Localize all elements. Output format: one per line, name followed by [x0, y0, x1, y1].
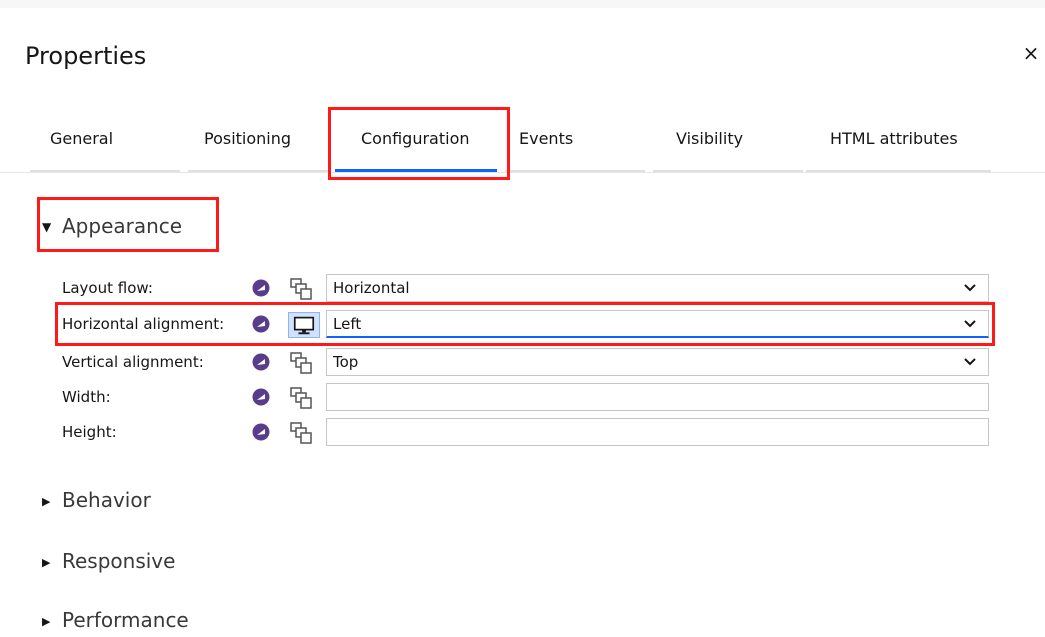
screen-size-icon[interactable] — [288, 312, 320, 338]
tab-general[interactable]: General — [30, 110, 180, 172]
width-input[interactable] — [326, 383, 989, 411]
tab-visibility[interactable]: Visibility — [653, 110, 803, 172]
section-behavior[interactable]: ▶ Behavior — [42, 486, 151, 516]
row-vertical-alignment: Vertical alignment: Top — [62, 348, 992, 376]
field-label: Horizontal alignment: — [62, 315, 225, 333]
chevron-down-icon — [964, 284, 976, 292]
section-appearance[interactable]: ▼ Appearance — [42, 212, 182, 241]
section-label: Responsive — [62, 549, 176, 573]
section-label: Performance — [62, 608, 189, 632]
vertical-alignment-select[interactable]: Top — [326, 348, 989, 376]
tab-label: Visibility — [676, 129, 744, 148]
caret-right-icon: ▶ — [42, 556, 51, 569]
properties-panel: Properties × General Positioning Configu… — [0, 0, 1045, 637]
section-label: Appearance — [62, 214, 183, 238]
select-value: Left — [333, 315, 362, 333]
variable-binding-icon[interactable] — [252, 279, 270, 297]
row-width: Width: — [62, 383, 992, 411]
variable-binding-icon[interactable] — [252, 388, 270, 406]
field-label: Width: — [62, 388, 111, 406]
caret-down-icon: ▼ — [42, 220, 52, 234]
field-label: Vertical alignment: — [62, 353, 204, 371]
close-button[interactable]: × — [1020, 38, 1042, 68]
variable-binding-icon[interactable] — [252, 315, 270, 333]
caret-right-icon: ▶ — [42, 615, 51, 628]
tab-label: General — [50, 129, 114, 148]
tab-html-attributes[interactable]: HTML attributes — [806, 110, 991, 172]
screen-size-icon[interactable] — [288, 350, 320, 376]
tab-label: HTML attributes — [830, 129, 958, 148]
field-label: Height: — [62, 423, 117, 441]
select-value: Top — [333, 353, 359, 371]
chevron-down-icon — [964, 320, 976, 328]
tab-label: Configuration — [361, 129, 470, 148]
top-band — [0, 0, 1045, 8]
tab-configuration[interactable]: Configuration — [335, 110, 497, 172]
layout-flow-select[interactable]: Horizontal — [326, 274, 989, 302]
section-label: Behavior — [62, 488, 151, 512]
row-horizontal-alignment: Horizontal alignment: Left — [62, 310, 992, 338]
field-label: Layout flow: — [62, 279, 153, 297]
row-layout-flow: Layout flow: Horizontal — [62, 274, 992, 302]
variable-binding-icon[interactable] — [252, 353, 270, 371]
panel-title: Properties — [25, 42, 147, 70]
tab-label: Events — [519, 129, 574, 148]
tab-positioning[interactable]: Positioning — [188, 110, 328, 172]
chevron-down-icon — [964, 358, 976, 366]
height-input[interactable] — [326, 418, 989, 446]
tab-events[interactable]: Events — [505, 110, 645, 172]
select-value: Horizontal — [333, 279, 410, 297]
screen-size-icon[interactable] — [288, 385, 320, 411]
tab-label: Positioning — [204, 129, 292, 148]
row-height: Height: — [62, 418, 992, 446]
section-responsive[interactable]: ▶ Responsive — [42, 547, 175, 577]
variable-binding-icon[interactable] — [252, 423, 270, 441]
tab-bar: General Positioning Configuration Events… — [30, 110, 1000, 172]
section-performance[interactable]: ▶ Performance — [42, 606, 189, 636]
horizontal-alignment-select[interactable]: Left — [326, 310, 989, 338]
tabs-divider — [0, 172, 1045, 173]
screen-size-icon[interactable] — [288, 276, 320, 302]
screen-size-icon[interactable] — [288, 420, 320, 446]
caret-right-icon: ▶ — [42, 495, 51, 508]
